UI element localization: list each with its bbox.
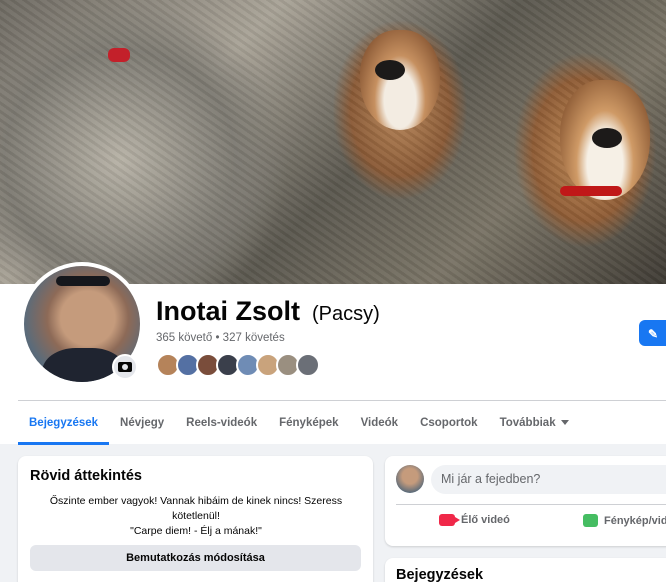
- tab-groups[interactable]: Csoportok: [409, 404, 489, 444]
- live-video-label: Élő videó: [461, 514, 510, 526]
- dog-left-nose: [375, 60, 405, 80]
- camera-icon: [118, 362, 132, 372]
- tab-videos[interactable]: Videók: [350, 404, 410, 444]
- composer-avatar[interactable]: [396, 465, 424, 493]
- intro-card: Rövid áttekintés Őszinte ember vagyok! V…: [18, 456, 373, 582]
- video-camera-icon: [439, 514, 460, 526]
- caret-down-icon: [560, 420, 569, 426]
- profile-name: Inotai Zsolt: [156, 296, 300, 326]
- composer-divider: [396, 504, 666, 505]
- tab-posts[interactable]: Bejegyzések: [18, 404, 110, 445]
- header-divider: [18, 400, 666, 401]
- cover-detail: [108, 48, 130, 62]
- bio-line: Őszinte ember vagyok! Vannak hibáim de k…: [49, 495, 343, 507]
- tab-reels[interactable]: Reels-videók: [175, 404, 268, 444]
- bio-text: Őszinte ember vagyok! Vannak hibáim de k…: [42, 494, 350, 539]
- friend-avatars[interactable]: [156, 353, 320, 377]
- follower-stats[interactable]: 365 követő • 327 követés: [156, 332, 285, 344]
- dog-right-nose: [592, 128, 622, 148]
- composer-card: Mi jár a fejedben? Élő videó Fénykép/vid: [385, 456, 666, 546]
- profile-name-row: Inotai Zsolt (Pacsy): [156, 296, 380, 327]
- tab-about[interactable]: Névjegy: [109, 404, 175, 444]
- cover-photo[interactable]: [0, 0, 666, 284]
- profile-nickname: (Pacsy): [312, 303, 380, 325]
- photo-video-label: Fénykép/vid: [604, 514, 666, 527]
- edit-bio-button[interactable]: Bemutatkozás módosítása: [30, 545, 361, 571]
- photo-icon: [583, 514, 598, 527]
- dog-collar: [560, 186, 622, 196]
- composer-input[interactable]: Mi jár a fejedben?: [431, 465, 666, 494]
- tab-more[interactable]: Továbbiak: [489, 404, 580, 444]
- live-video-button[interactable]: Élő videó: [439, 514, 510, 526]
- tab-more-label: Továbbiak: [499, 417, 556, 429]
- tab-photos[interactable]: Fényképek: [268, 404, 349, 444]
- avatar-sunglasses: [56, 276, 110, 286]
- posts-title: Bejegyzések: [396, 567, 484, 582]
- edit-profile-button[interactable]: ✎: [639, 320, 666, 346]
- dog-left: [360, 30, 440, 130]
- photo-video-button[interactable]: Fénykép/vid: [583, 514, 666, 527]
- bio-line: "Carpe diem! - Élj a mának!": [130, 525, 262, 537]
- change-photo-button[interactable]: [112, 354, 138, 380]
- friend-avatar[interactable]: [296, 353, 320, 377]
- edit-icon: ✎: [648, 327, 659, 341]
- profile-tabs: Bejegyzések Névjegy Reels-videók Fénykép…: [18, 404, 580, 445]
- posts-card: Bejegyzések: [385, 558, 666, 582]
- bio-line: kötetlenül!: [172, 510, 220, 522]
- intro-title: Rövid áttekintés: [30, 468, 142, 484]
